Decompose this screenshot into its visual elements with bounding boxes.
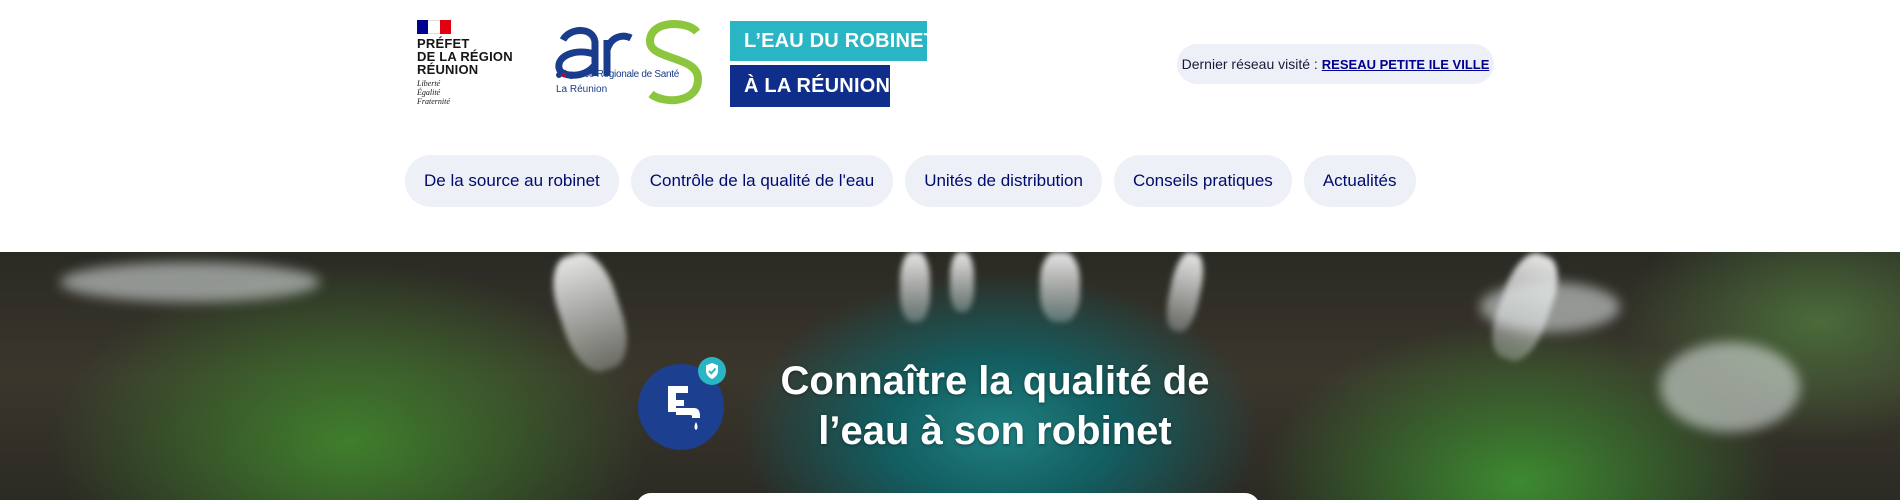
waterfall-image xyxy=(1162,252,1208,335)
hero-title: Connaître la qualité de l’eau à son robi… xyxy=(780,359,1210,453)
shield-check-icon xyxy=(698,357,726,385)
nav-item-actualites[interactable]: Actualités xyxy=(1303,155,1416,207)
waterfall-mist xyxy=(1480,282,1620,332)
search-bar[interactable] xyxy=(636,493,1260,500)
ars-subtitle: Agence Régionale de Santé xyxy=(562,69,680,80)
waterfall-mist xyxy=(60,262,320,302)
last-network-label: Dernier réseau visité : xyxy=(1181,56,1318,72)
site-title-line2[interactable]: À LA RÉUNION xyxy=(730,65,890,107)
waterfall-image xyxy=(900,252,930,322)
prefet-logo[interactable]: PRÉFET DE LA RÉGION RÉUNION Liberté Égal… xyxy=(417,20,527,106)
waterfall-image xyxy=(950,252,974,312)
nav-item-source[interactable]: De la source au robinet xyxy=(405,155,619,207)
last-network-link[interactable]: RESEAU PETITE ILE VILLE xyxy=(1322,57,1490,72)
waterfall-image xyxy=(1040,252,1080,322)
waterfall-image xyxy=(542,252,638,379)
nav-item-conseils[interactable]: Conseils pratiques xyxy=(1113,155,1292,207)
main-nav: De la source au robinet Contrôle de la q… xyxy=(405,155,1416,207)
waterfall-mist xyxy=(1660,342,1800,432)
last-network-pill: Dernier réseau visité : RESEAU PETITE IL… xyxy=(1177,44,1494,84)
prefet-title: PRÉFET DE LA RÉGION RÉUNION xyxy=(417,36,513,77)
republic-motto: Liberté Égalité Fraternité xyxy=(417,79,450,106)
french-flag-icon xyxy=(417,20,451,34)
site-title-line1[interactable]: L’EAU DU ROBINET xyxy=(730,21,936,61)
site-header: PRÉFET DE LA RÉGION RÉUNION Liberté Égal… xyxy=(0,0,1900,252)
nav-item-unites-distribution[interactable]: Unités de distribution xyxy=(905,155,1102,207)
nav-item-controle-qualite[interactable]: Contrôle de la qualité de l'eau xyxy=(630,155,894,207)
ars-region: La Réunion xyxy=(556,84,608,95)
